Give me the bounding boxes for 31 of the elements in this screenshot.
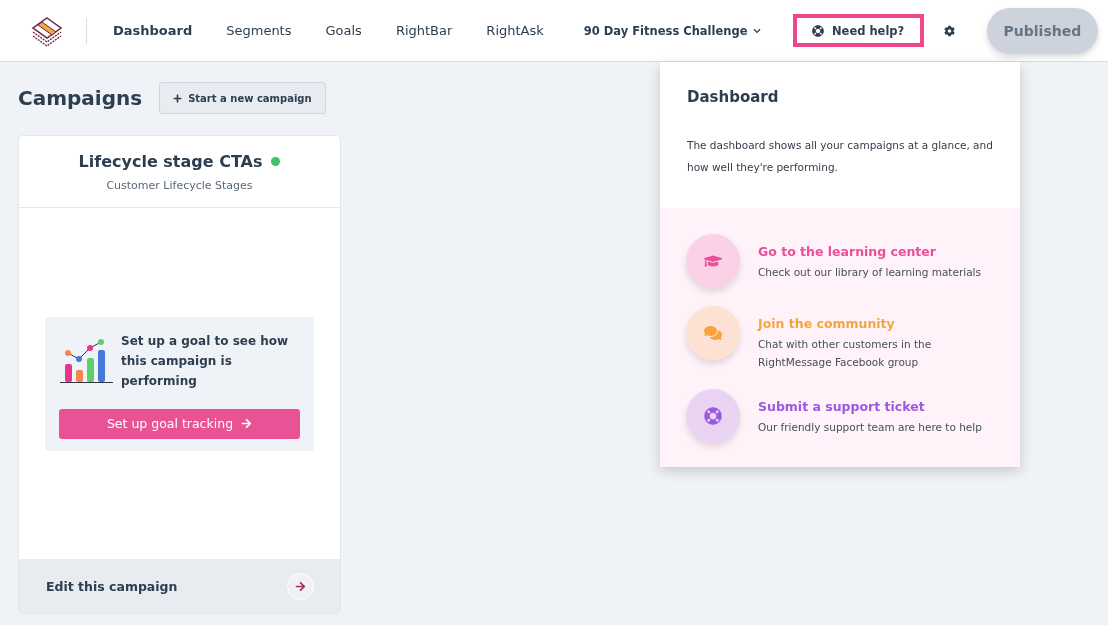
goal-prompt: Set up a goal to see how this campaign is performing	[121, 332, 290, 390]
bar-chart-drawing	[59, 337, 114, 384]
help-resource-link[interactable]: Join the community Chat with other customers in the RightMessage Facebook group	[686, 306, 994, 371]
plus-icon	[173, 93, 183, 103]
help-resource-link[interactable]: Go to the learning center Check out our library of learning materials	[686, 234, 994, 288]
edit-campaign-link[interactable]: Edit this campaign	[19, 559, 340, 613]
arrow-right-icon	[241, 418, 253, 429]
arrow-right-icon	[287, 572, 314, 600]
site-dropdown[interactable]: 90 Day Fitness Challenge	[577, 22, 767, 39]
help-title: Dashboard	[687, 88, 780, 106]
campaign-subtitle: Customer Lifecycle Stages	[106, 179, 253, 192]
nav-tab[interactable]: Goals	[325, 23, 362, 38]
settings-icon[interactable]	[943, 24, 955, 37]
chevron-icon	[752, 26, 761, 35]
help-description: The dashboard shows all your campaigns at a glance, and how well they're performing.	[687, 138, 993, 175]
resource-description: Our friendly support team are here to help	[758, 420, 982, 435]
resource-description: Chat with other customers in the RightMessage Facebook group	[758, 337, 933, 370]
resource-title: Go to the learning center	[758, 244, 937, 259]
resource-title: Join the community	[758, 316, 896, 331]
campaign-name: Lifecycle stage CTAs	[78, 152, 263, 171]
resource-description: Check out our library of learning materials	[758, 265, 981, 280]
nav-tab[interactable]: Dashboard	[112, 23, 193, 38]
lifebuoy-icon	[811, 24, 824, 37]
resource-title: Submit a support ticket	[758, 399, 926, 414]
new-campaign-button[interactable]: Start a new campaign	[159, 82, 326, 114]
help-resource-link[interactable]: Submit a support ticket Our friendly support team are here to help	[686, 389, 994, 443]
nav-tab[interactable]: RightBar	[395, 23, 453, 38]
nav-tab[interactable]: Segments	[226, 23, 292, 38]
page-title: Campaigns	[18, 86, 143, 110]
nav-tab[interactable]: RightAsk	[486, 23, 544, 38]
help-button[interactable]: Need help?	[792, 14, 924, 47]
